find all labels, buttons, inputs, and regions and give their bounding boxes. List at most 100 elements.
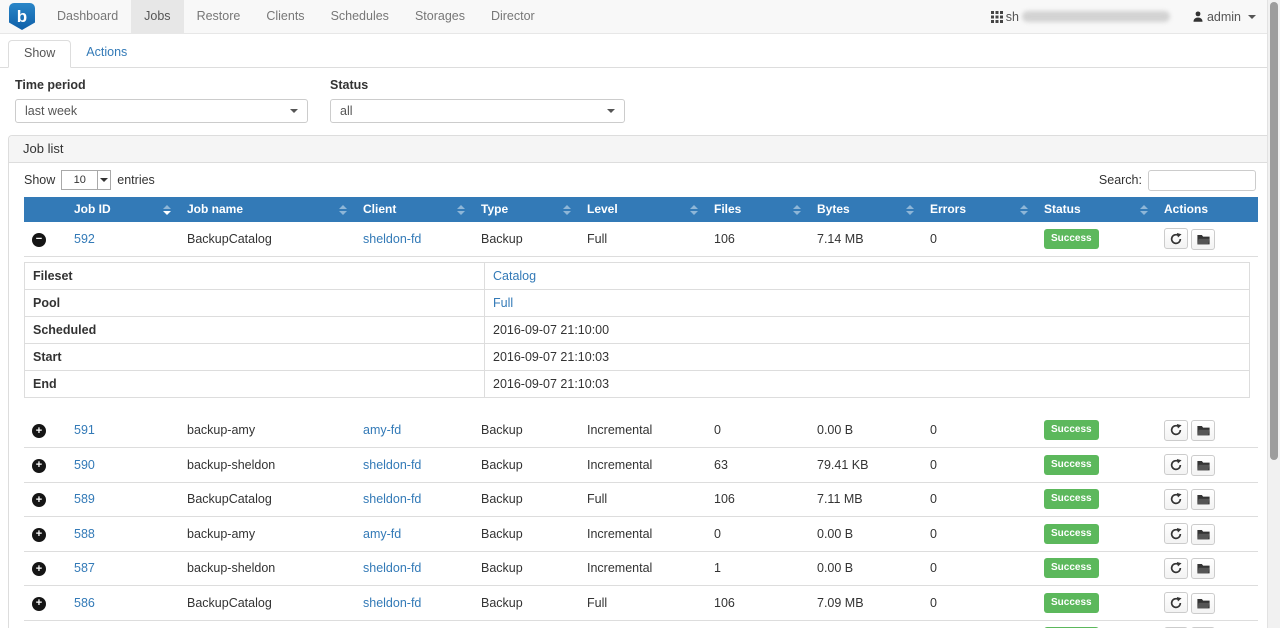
top-navbar: b DashboardJobsRestoreClientsSchedulesSt…: [0, 0, 1280, 34]
nav-item-schedules[interactable]: Schedules: [318, 0, 402, 33]
sort-icon[interactable]: [793, 204, 801, 216]
restart-job-button[interactable]: [1164, 454, 1188, 475]
restart-icon: [1170, 562, 1182, 574]
expand-row-icon[interactable]: +: [32, 597, 46, 611]
restart-job-button[interactable]: [1164, 489, 1188, 510]
sort-icon[interactable]: [1020, 204, 1028, 216]
tab-actions[interactable]: Actions: [71, 40, 142, 68]
job-id-link[interactable]: 590: [74, 458, 95, 472]
nav-item-director[interactable]: Director: [478, 0, 548, 33]
column-header-bytes[interactable]: Bytes: [809, 197, 922, 222]
column-header-actions[interactable]: Actions: [1156, 197, 1258, 222]
sort-icon[interactable]: [1140, 204, 1148, 216]
status-badge: Success: [1044, 593, 1099, 613]
user-menu[interactable]: admin: [1192, 10, 1256, 24]
column-header-level[interactable]: Level: [579, 197, 706, 222]
entries-label: entries: [117, 173, 155, 187]
expand-column-header: [24, 197, 66, 222]
job-files-button[interactable]: [1191, 420, 1215, 441]
column-header-type[interactable]: Type: [473, 197, 579, 222]
restart-job-button[interactable]: [1164, 523, 1188, 544]
job-files-button[interactable]: [1191, 489, 1215, 510]
restart-job-button[interactable]: [1164, 558, 1188, 579]
level-cell: Full: [579, 586, 706, 621]
job-name-cell: backup-amy: [179, 620, 355, 628]
sort-icon[interactable]: [690, 204, 698, 216]
type-cell: Backup: [473, 586, 579, 621]
app-logo[interactable]: b: [0, 0, 44, 33]
job-files-button[interactable]: [1191, 524, 1215, 545]
job-id-link[interactable]: 589: [74, 492, 95, 506]
user-icon: [1192, 10, 1204, 23]
collapse-row-icon[interactable]: −: [32, 233, 46, 247]
column-header-job-id[interactable]: Job ID: [66, 197, 179, 222]
entries-per-page-select[interactable]: 10: [61, 170, 111, 190]
client-link[interactable]: amy-fd: [363, 527, 401, 541]
table-row: +590backup-sheldonsheldon-fdBackupIncrem…: [24, 448, 1258, 483]
job-id-link[interactable]: 591: [74, 423, 95, 437]
restart-job-button[interactable]: [1164, 592, 1188, 613]
nav-item-restore[interactable]: Restore: [184, 0, 254, 33]
column-header-errors[interactable]: Errors: [922, 197, 1036, 222]
job-files-button[interactable]: [1191, 558, 1215, 579]
bytes-cell: 0.00 B: [809, 620, 922, 628]
host-selector[interactable]: sh: [991, 10, 1170, 24]
sort-icon[interactable]: [906, 204, 914, 216]
nav-item-clients[interactable]: Clients: [253, 0, 317, 33]
nav-item-dashboard[interactable]: Dashboard: [44, 0, 131, 33]
client-link[interactable]: sheldon-fd: [363, 561, 421, 575]
job-name-cell: backup-sheldon: [179, 448, 355, 483]
nav-item-jobs[interactable]: Jobs: [131, 0, 183, 33]
tab-show[interactable]: Show: [8, 40, 71, 68]
bytes-cell: 7.11 MB: [809, 482, 922, 517]
sort-icon[interactable]: [457, 204, 465, 216]
job-files-button[interactable]: [1191, 593, 1215, 614]
expand-row-icon[interactable]: +: [32, 493, 46, 507]
column-header-status[interactable]: Status: [1036, 197, 1156, 222]
detail-value-link[interactable]: Catalog: [493, 269, 536, 283]
expand-row-icon[interactable]: +: [32, 424, 46, 438]
restart-job-button[interactable]: [1164, 420, 1188, 441]
expand-row-icon[interactable]: +: [32, 528, 46, 542]
sort-icon[interactable]: [163, 204, 171, 216]
client-link[interactable]: sheldon-fd: [363, 458, 421, 472]
column-header-files[interactable]: Files: [706, 197, 809, 222]
detail-label: Pool: [25, 289, 485, 316]
column-header-client[interactable]: Client: [355, 197, 473, 222]
scrollbar-thumb[interactable]: [1270, 2, 1278, 460]
client-link[interactable]: sheldon-fd: [363, 596, 421, 610]
search-input[interactable]: [1148, 170, 1256, 191]
table-row: −592BackupCatalogsheldon-fdBackupFull106…: [24, 222, 1258, 256]
nav-item-storages[interactable]: Storages: [402, 0, 478, 33]
bytes-cell: 0.00 B: [809, 414, 922, 448]
folder-icon: [1197, 494, 1210, 505]
expand-row-icon[interactable]: +: [32, 459, 46, 473]
restart-icon: [1170, 424, 1182, 436]
detail-value-link[interactable]: Full: [493, 296, 513, 310]
vertical-scrollbar[interactable]: [1267, 0, 1280, 628]
detail-row: FilesetCatalog: [25, 262, 1250, 289]
expand-row-icon[interactable]: +: [32, 562, 46, 576]
status-select[interactable]: all: [330, 99, 625, 123]
client-link[interactable]: sheldon-fd: [363, 492, 421, 506]
column-header-job-name[interactable]: Job name: [179, 197, 355, 222]
time-period-value: last week: [25, 104, 77, 118]
bytes-cell: 0.00 B: [809, 551, 922, 586]
client-link[interactable]: sheldon-fd: [363, 232, 421, 246]
job-id-link[interactable]: 588: [74, 527, 95, 541]
job-id-link[interactable]: 592: [74, 232, 95, 246]
navbar-right: sh admin: [991, 0, 1280, 33]
sort-icon[interactable]: [339, 204, 347, 216]
client-link[interactable]: amy-fd: [363, 423, 401, 437]
restart-job-button[interactable]: [1164, 228, 1188, 249]
folder-icon: [1197, 460, 1210, 471]
files-cell: 106: [706, 586, 809, 621]
job-files-button[interactable]: [1191, 455, 1215, 476]
restart-icon: [1170, 493, 1182, 505]
sort-icon[interactable]: [563, 204, 571, 216]
job-files-button[interactable]: [1191, 229, 1215, 250]
job-id-link[interactable]: 587: [74, 561, 95, 575]
time-period-select[interactable]: last week: [15, 99, 308, 123]
job-id-link[interactable]: 586: [74, 596, 95, 610]
detail-row: Pool Full: [25, 289, 1250, 316]
